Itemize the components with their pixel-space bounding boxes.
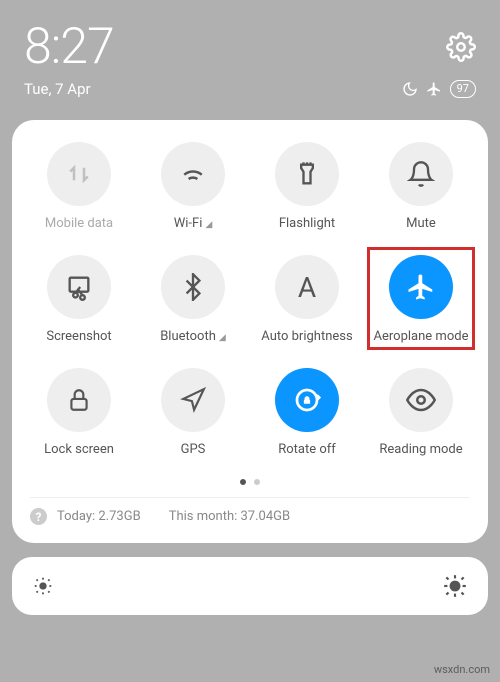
screenshot-icon — [47, 255, 111, 319]
mobile-data-icon — [47, 142, 111, 206]
tile-label: Mobile data — [45, 216, 113, 231]
highlight-box — [367, 247, 475, 350]
tile-lock-screen[interactable]: Lock screen — [22, 368, 136, 457]
page-dot-1 — [240, 479, 246, 485]
settings-icon[interactable] — [446, 32, 476, 62]
tile-label: Auto brightness — [261, 329, 352, 344]
tile-mobile-data[interactable]: Mobile data — [22, 142, 136, 231]
brightness-high-icon — [442, 573, 468, 599]
info-icon: ? — [30, 508, 47, 525]
auto-brightness-icon: A — [275, 255, 339, 319]
tile-mute[interactable]: Mute — [364, 142, 478, 231]
data-month: This month: 37.04GB — [169, 509, 290, 524]
bluetooth-icon — [161, 255, 225, 319]
tile-flashlight[interactable]: Flashlight — [250, 142, 364, 231]
tile-label: Flashlight — [279, 216, 335, 231]
brightness-slider[interactable] — [12, 557, 488, 615]
watermark: wsxdn.com — [434, 663, 490, 676]
data-today: Today: 2.73GB — [57, 509, 141, 524]
tile-bluetooth[interactable]: Bluetooth◢ — [136, 255, 250, 344]
tile-label: Lock screen — [44, 442, 114, 457]
lock-icon — [47, 368, 111, 432]
tile-label: Reading mode — [379, 442, 462, 457]
tile-label: Wi-Fi◢ — [174, 216, 213, 231]
airplane-status-icon — [426, 81, 442, 97]
status-bar: 8:27 Tue, 7 Apr 97 — [0, 0, 500, 106]
date: Tue, 7 Apr — [24, 80, 91, 98]
tile-auto-brightness[interactable]: A Auto brightness — [250, 255, 364, 344]
tile-wifi[interactable]: Wi-Fi◢ — [136, 142, 250, 231]
bell-icon — [389, 142, 453, 206]
wifi-icon — [161, 142, 225, 206]
tile-label: Screenshot — [46, 329, 111, 344]
tile-screenshot[interactable]: Screenshot — [22, 255, 136, 344]
location-arrow-icon — [161, 368, 225, 432]
divider — [30, 497, 470, 498]
dnd-icon — [402, 81, 418, 97]
flashlight-icon — [275, 142, 339, 206]
status-icons: 97 — [402, 80, 476, 98]
battery-indicator: 97 — [450, 80, 476, 98]
eye-icon — [389, 368, 453, 432]
tile-rotate-off[interactable]: Rotate off — [250, 368, 364, 457]
tile-label: Rotate off — [278, 442, 336, 457]
tile-gps[interactable]: GPS — [136, 368, 250, 457]
clock: 8:27 — [24, 18, 114, 76]
tile-label: Bluetooth◢ — [160, 329, 226, 344]
tile-reading-mode[interactable]: Reading mode — [364, 368, 478, 457]
tiles-grid: Mobile data Wi-Fi◢ Flashlight Mute — [22, 142, 478, 457]
page-dot-2 — [254, 479, 260, 485]
page-indicator — [22, 479, 478, 485]
rotate-lock-icon — [275, 368, 339, 432]
brightness-low-icon — [32, 575, 54, 597]
data-usage-row[interactable]: ? Today: 2.73GB This month: 37.04GB — [22, 508, 478, 529]
tile-label: GPS — [181, 442, 206, 457]
quick-settings-panel: Mobile data Wi-Fi◢ Flashlight Mute — [12, 120, 488, 543]
tile-label: Mute — [406, 216, 436, 231]
tile-aeroplane-mode[interactable]: Aeroplane mode — [364, 255, 478, 344]
